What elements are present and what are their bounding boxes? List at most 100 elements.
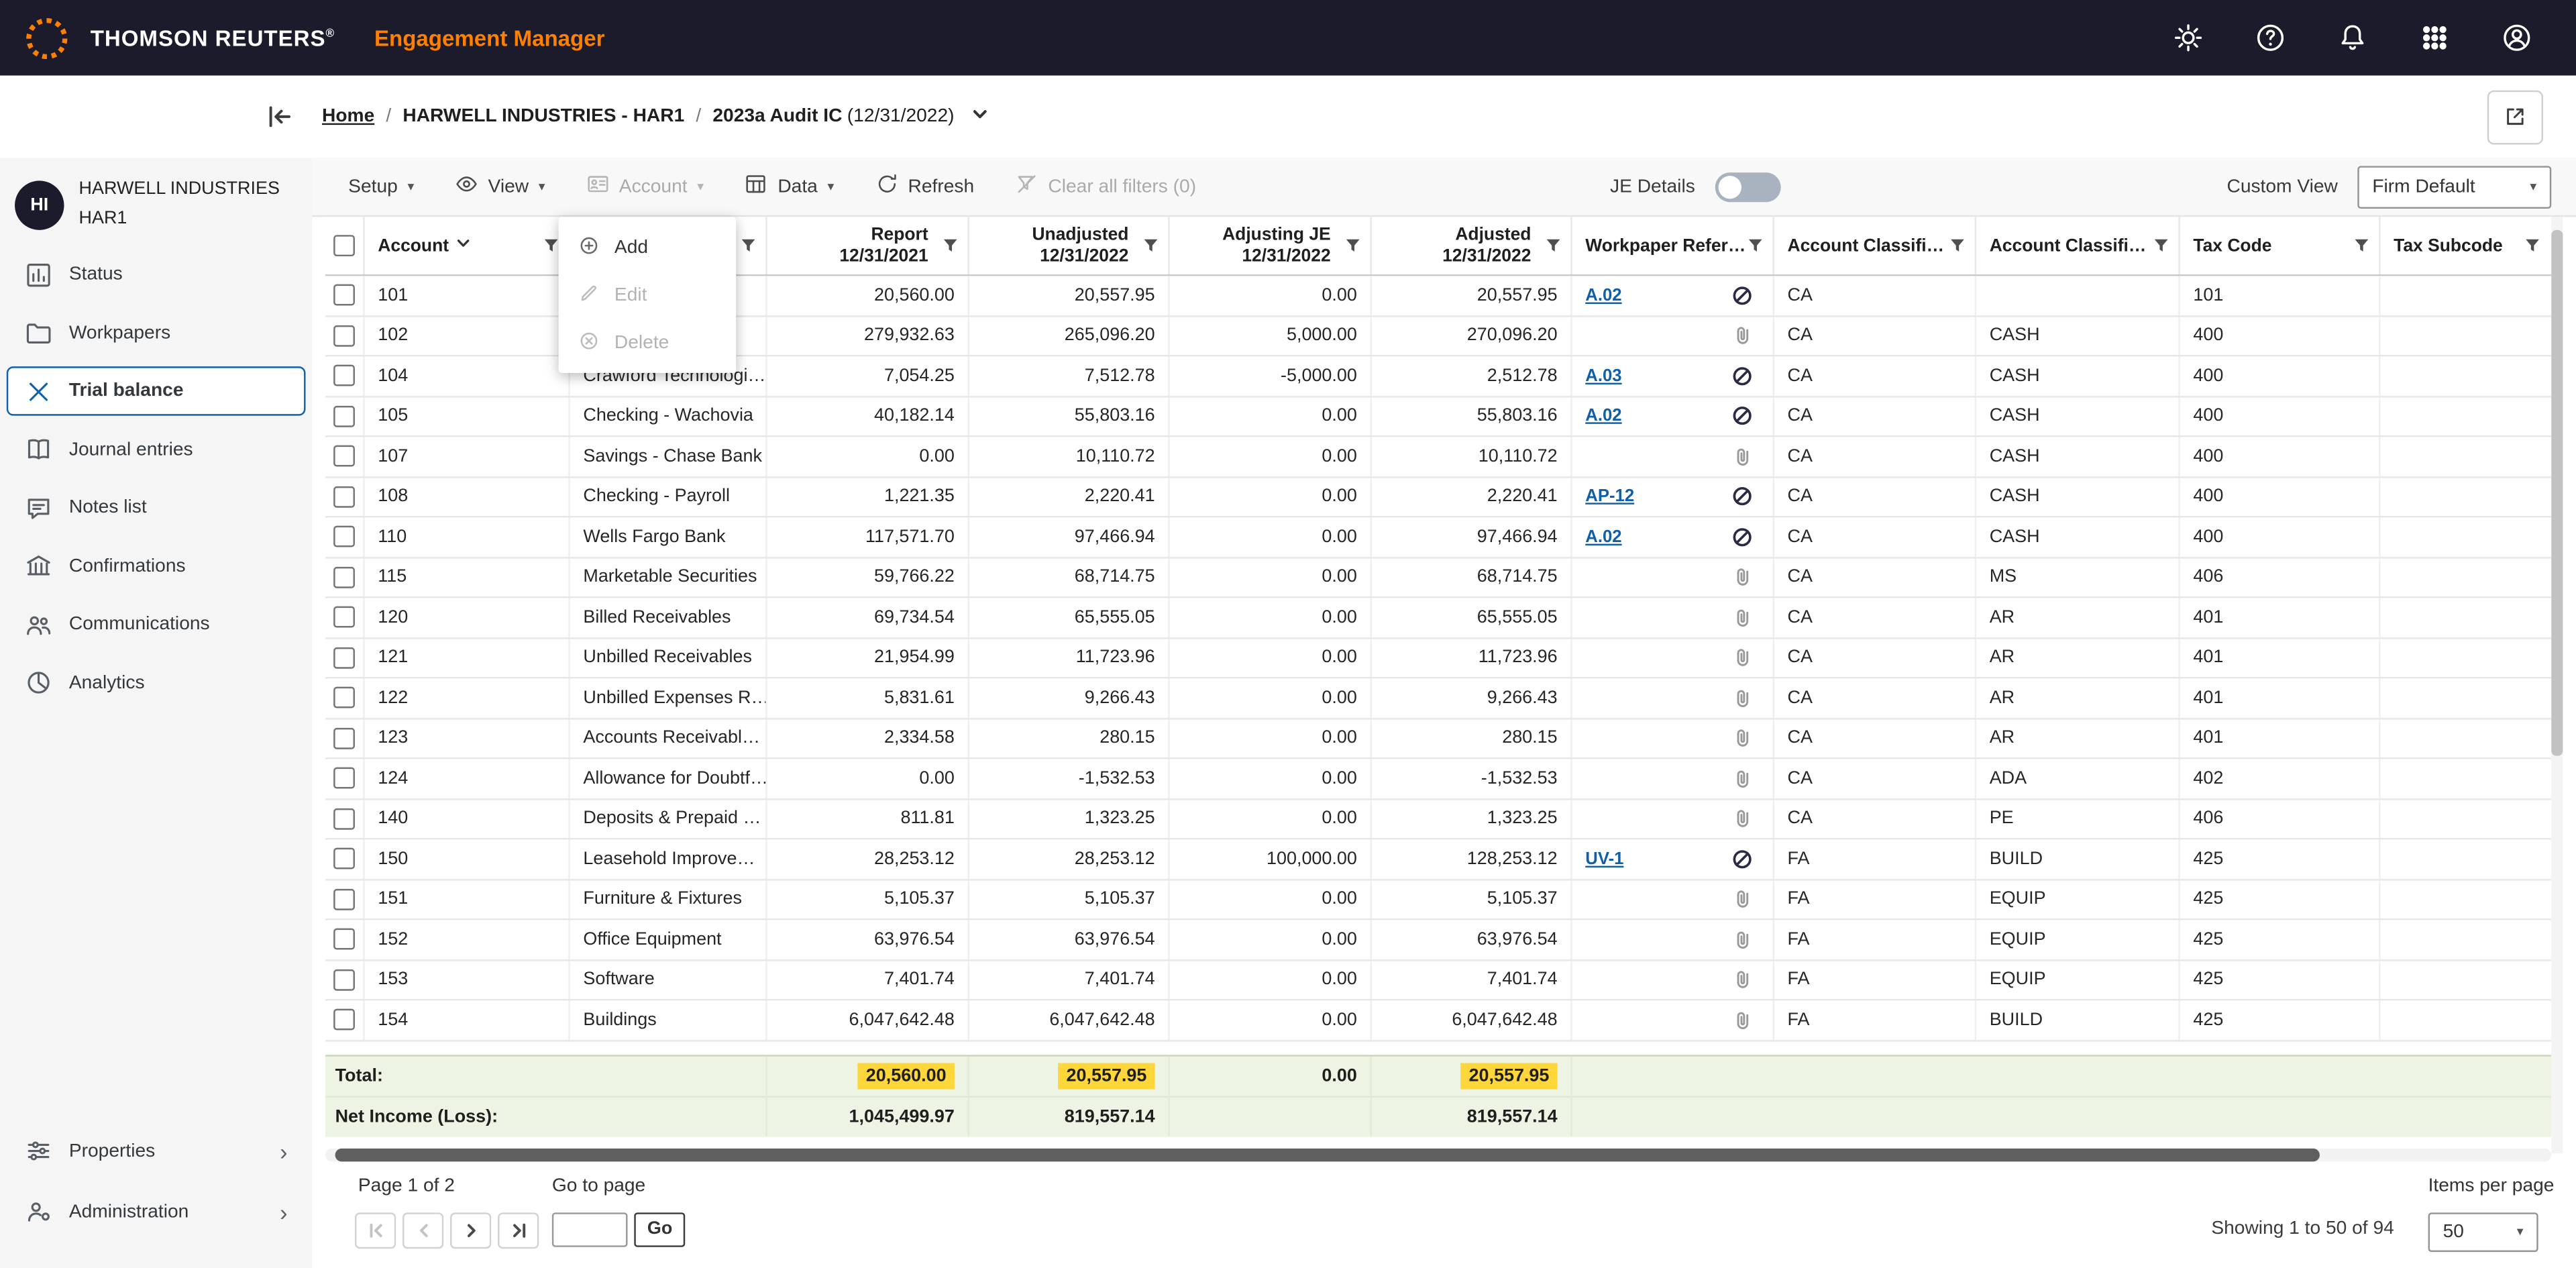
report-cell: 7,401.74 xyxy=(767,960,969,999)
row-checkbox[interactable] xyxy=(333,606,355,629)
header-workpaper-reference[interactable]: Workpaper Refer… xyxy=(1572,217,1774,274)
filter-icon[interactable] xyxy=(1339,233,1365,259)
je-details-toggle[interactable] xyxy=(1715,171,1781,202)
breadcrumb-client[interactable]: HARWELL INDUSTRIES - HAR1 xyxy=(402,107,684,126)
unadjusted-cell: 7,401.74 xyxy=(969,960,1170,999)
registered-mark: ® xyxy=(325,28,335,40)
go-button[interactable]: Go xyxy=(634,1212,686,1247)
sidebar-item-properties[interactable]: Properties › xyxy=(7,1127,306,1176)
workpaper-link[interactable]: A.02 xyxy=(1585,286,1621,305)
filter-icon[interactable] xyxy=(936,233,963,259)
refresh-button[interactable]: Refresh xyxy=(875,172,974,201)
filter-icon[interactable] xyxy=(2147,233,2174,259)
row-select-cell xyxy=(325,678,365,717)
custom-view-select[interactable]: Firm Default ▾ xyxy=(2357,165,2552,208)
settings-icon[interactable] xyxy=(2170,21,2204,55)
row-checkbox[interactable] xyxy=(333,929,355,951)
client-avatar: HI xyxy=(15,180,64,229)
help-icon[interactable] xyxy=(2253,21,2287,55)
next-page-button[interactable] xyxy=(450,1212,492,1249)
header-account[interactable]: Account xyxy=(365,217,570,274)
sidebar-item-administration[interactable]: Administration › xyxy=(7,1187,306,1236)
breadcrumb-home-link[interactable]: Home xyxy=(322,107,374,126)
header-account-classification-1[interactable]: Account Classifi… xyxy=(1774,217,1977,274)
filter-icon[interactable] xyxy=(1137,233,1163,259)
sidebar-item-notes-list[interactable]: Notes list xyxy=(7,483,306,532)
filter-icon[interactable] xyxy=(1943,233,1970,259)
row-checkbox[interactable] xyxy=(333,848,355,870)
row-checkbox[interactable] xyxy=(333,687,355,709)
filter-icon[interactable] xyxy=(2518,233,2544,259)
collapse-back-icon[interactable] xyxy=(263,100,296,133)
header-tax-subcode[interactable]: Tax Subcode xyxy=(2381,217,2550,274)
row-checkbox[interactable] xyxy=(333,768,355,790)
header-tax-code[interactable]: Tax Code xyxy=(2180,217,2381,274)
header-account-classification-2[interactable]: Account Classifi… xyxy=(1976,217,2180,274)
workpaper-link[interactable]: A.03 xyxy=(1585,366,1621,386)
attachment-icon xyxy=(1731,727,1753,749)
unadjusted-cell: 65,555.05 xyxy=(969,598,1170,637)
header-report[interactable]: Report 12/31/2021 xyxy=(767,217,969,274)
clear-filters-button: Clear all filters (0) xyxy=(1015,172,1196,201)
row-checkbox[interactable] xyxy=(333,405,355,427)
workpaper-link[interactable]: AP-12 xyxy=(1585,487,1634,507)
filter-icon[interactable] xyxy=(1540,233,1566,259)
user-account-icon[interactable] xyxy=(2499,21,2533,55)
classification-2-cell: CASH xyxy=(1976,316,2180,355)
filter-icon[interactable] xyxy=(1741,233,1768,259)
view-button[interactable]: View ▾ xyxy=(455,172,545,201)
sidebar-item-status[interactable]: Status xyxy=(7,250,306,299)
sidebar-item-analytics[interactable]: Analytics xyxy=(7,658,306,707)
unadjusted-cell: 28,253.12 xyxy=(969,839,1170,878)
menu-item-add[interactable]: Add xyxy=(559,223,736,271)
goto-page-input[interactable] xyxy=(551,1212,628,1247)
tax-code-cell: 425 xyxy=(2180,880,2381,918)
header-unadjusted[interactable]: Unadjusted 12/31/2022 xyxy=(969,217,1170,274)
row-checkbox[interactable] xyxy=(333,325,355,347)
row-select-cell xyxy=(325,316,365,355)
chevron-down-icon: ▾ xyxy=(538,178,545,194)
row-checkbox[interactable] xyxy=(333,1009,355,1031)
header-adjusting-je[interactable]: Adjusting JE 12/31/2022 xyxy=(1170,217,1372,274)
filter-icon[interactable] xyxy=(2348,233,2374,259)
sidebar-item-communications[interactable]: Communications xyxy=(7,600,306,649)
row-checkbox[interactable] xyxy=(333,284,355,307)
row-checkbox[interactable] xyxy=(333,566,355,588)
horizontal-scrollbar-thumb[interactable] xyxy=(335,1147,2320,1161)
header-adjusted[interactable]: Adjusted 12/31/2022 xyxy=(1372,217,1572,274)
setup-button[interactable]: Setup ▾ xyxy=(348,176,414,196)
row-checkbox[interactable] xyxy=(333,808,355,830)
table-row: 105 Checking - Wachovia 40,182.14 55,803.16… xyxy=(325,397,2552,437)
breadcrumb-engagement[interactable]: 2023a Audit IC (12/31/2022) xyxy=(712,107,954,126)
attachment-icon xyxy=(1731,566,1753,588)
workpaper-link[interactable]: UV-1 xyxy=(1585,849,1623,869)
vertical-scrollbar-thumb[interactable] xyxy=(2551,229,2563,756)
report-cell: 6,047,642.48 xyxy=(767,1000,969,1039)
row-checkbox[interactable] xyxy=(333,647,355,669)
sidebar-item-trial-balance[interactable]: Trial balance xyxy=(6,366,306,416)
row-checkbox[interactable] xyxy=(333,486,355,508)
row-checkbox[interactable] xyxy=(333,969,355,991)
adjusting-je-cell: 0.00 xyxy=(1170,437,1372,476)
sidebar-item-journal-entries[interactable]: Journal entries xyxy=(7,425,306,474)
classification-1-cell: CA xyxy=(1774,759,1977,798)
last-page-button[interactable] xyxy=(498,1212,539,1249)
items-per-page-select[interactable]: 50 ▾ xyxy=(2428,1212,2538,1252)
filter-icon[interactable] xyxy=(735,233,761,259)
account-button[interactable]: Account ▾ xyxy=(586,172,704,201)
sidebar-item-confirmations[interactable]: Confirmations xyxy=(7,541,306,590)
notifications-icon[interactable] xyxy=(2334,21,2369,55)
row-checkbox[interactable] xyxy=(333,526,355,548)
row-checkbox[interactable] xyxy=(333,365,355,387)
apps-icon[interactable] xyxy=(2416,21,2451,55)
workpaper-link[interactable]: A.02 xyxy=(1585,527,1621,547)
row-checkbox[interactable] xyxy=(333,888,355,910)
chevron-down-icon[interactable] xyxy=(966,105,989,128)
row-checkbox[interactable] xyxy=(333,445,355,468)
row-checkbox[interactable] xyxy=(333,727,355,749)
data-button[interactable]: Data ▾ xyxy=(745,172,834,201)
workpaper-link[interactable]: A.02 xyxy=(1585,407,1621,426)
select-all-checkbox[interactable] xyxy=(333,235,355,257)
sidebar-item-workpapers[interactable]: Workpapers xyxy=(7,308,306,357)
open-external-button[interactable] xyxy=(2487,89,2544,144)
